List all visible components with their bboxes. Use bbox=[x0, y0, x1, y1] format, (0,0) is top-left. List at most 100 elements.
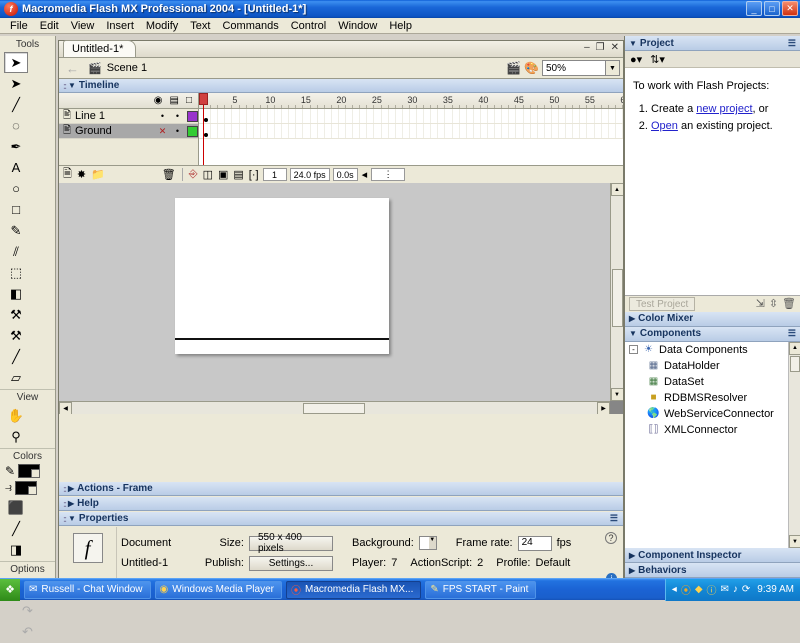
panel-options-icon[interactable]: ☰ bbox=[610, 513, 618, 524]
frame-cell[interactable] bbox=[515, 124, 517, 138]
frame-cell[interactable] bbox=[522, 124, 524, 138]
frame-cell[interactable] bbox=[302, 109, 304, 123]
frame-cell[interactable] bbox=[238, 109, 240, 123]
fill-transform-tool-icon[interactable]: ◧ bbox=[4, 283, 28, 304]
insert-layer-icon[interactable]: 🗎 bbox=[62, 165, 73, 184]
project-panel-header[interactable]: ▼ Project ☰ bbox=[625, 36, 800, 51]
oval-tool-icon[interactable]: ○ bbox=[4, 178, 28, 199]
eraser-tool-icon[interactable]: ▱ bbox=[4, 367, 28, 388]
vscroll-thumb[interactable] bbox=[611, 268, 623, 327]
menu-window[interactable]: Window bbox=[332, 19, 383, 33]
component-label[interactable]: DataSet bbox=[664, 376, 704, 388]
frame-cell[interactable] bbox=[614, 109, 616, 123]
frame-cell[interactable] bbox=[288, 124, 290, 138]
document-tab[interactable]: Untitled-1* bbox=[63, 40, 137, 57]
frame-cell[interactable] bbox=[231, 109, 233, 123]
lock-icon[interactable]: ▤ bbox=[170, 95, 179, 106]
menu-control[interactable]: Control bbox=[285, 19, 332, 33]
frame-cell[interactable] bbox=[217, 124, 219, 138]
layer-name-line1[interactable]: Line 1 bbox=[75, 110, 153, 122]
frame-cell[interactable] bbox=[252, 124, 254, 138]
scroll-down-button[interactable]: ▼ bbox=[610, 388, 623, 401]
frame-cell[interactable] bbox=[408, 124, 410, 138]
collapsed-arrow-icon[interactable]: ▶ bbox=[629, 314, 635, 323]
frame-cell[interactable] bbox=[217, 109, 219, 123]
frame-cell[interactable] bbox=[281, 124, 283, 138]
frame-cell[interactable] bbox=[373, 124, 375, 138]
components-root-label[interactable]: Data Components bbox=[659, 344, 748, 356]
frame-cell[interactable] bbox=[423, 124, 425, 138]
start-button[interactable]: ❖ bbox=[0, 578, 20, 601]
component-label[interactable]: XMLConnector bbox=[664, 424, 737, 436]
frame-cell[interactable] bbox=[210, 124, 212, 138]
frame-cell[interactable] bbox=[565, 109, 567, 123]
collapsed-arrow-icon[interactable]: ▶ bbox=[68, 484, 74, 493]
keyframe-marker[interactable] bbox=[204, 133, 208, 137]
frame-cell[interactable] bbox=[309, 109, 311, 123]
paint-bucket-tool-icon[interactable]: ⚒ bbox=[4, 325, 28, 346]
frame-pane[interactable]: 5 10 15 20 25 30 35 40 45 50 55 60 bbox=[199, 93, 623, 165]
frame-cell[interactable] bbox=[586, 124, 588, 138]
subselect-tool-icon[interactable]: ➤ bbox=[4, 73, 28, 94]
center-frame-icon[interactable]: [·] bbox=[248, 169, 260, 181]
frame-grid[interactable] bbox=[199, 109, 623, 165]
doc-close-button[interactable]: ✕ bbox=[611, 42, 619, 53]
layer-row-line1[interactable]: 🖹 Line 1 • • bbox=[59, 109, 198, 124]
collapsed-arrow-icon[interactable]: ▶ bbox=[629, 551, 635, 560]
ink-bottle-tool-icon[interactable]: ⚒ bbox=[4, 304, 28, 325]
frame-cell[interactable] bbox=[224, 124, 226, 138]
frame-cell[interactable] bbox=[345, 109, 346, 123]
text-tool-icon[interactable]: A bbox=[4, 157, 28, 178]
stroke-color-swatch[interactable] bbox=[18, 464, 41, 478]
add-folder-icon[interactable]: ⇳ bbox=[769, 297, 778, 310]
modify-onion-markers-icon[interactable]: ▤ bbox=[232, 168, 244, 181]
expanded-arrow-icon[interactable]: ▼ bbox=[68, 514, 76, 523]
frame-cell[interactable] bbox=[316, 124, 318, 138]
no-color-icon[interactable]: ╱ bbox=[4, 518, 28, 539]
frame-cell[interactable] bbox=[416, 124, 417, 138]
onion-skin-icon[interactable]: ⎆ bbox=[188, 168, 199, 181]
black-white-colors-icon[interactable]: ⬛ bbox=[4, 497, 28, 518]
frame-cell[interactable] bbox=[529, 109, 531, 123]
frame-cell[interactable] bbox=[323, 109, 325, 123]
frame-cell[interactable] bbox=[479, 109, 481, 123]
stage-canvas[interactable] bbox=[175, 198, 389, 354]
frame-cell[interactable] bbox=[281, 109, 283, 123]
size-button[interactable]: 550 x 400 pixels bbox=[249, 532, 333, 554]
frame-cell[interactable] bbox=[621, 109, 623, 123]
component-item-xmlconnector[interactable]: ⟦⟧ XMLConnector bbox=[625, 422, 800, 438]
frame-cell[interactable] bbox=[359, 109, 361, 123]
component-label[interactable]: DataHolder bbox=[664, 360, 720, 372]
help-panel-header[interactable]: :: ▶ Help bbox=[59, 497, 623, 511]
playhead[interactable] bbox=[199, 93, 208, 165]
frame-cell[interactable] bbox=[387, 109, 389, 123]
swap-colors-icon[interactable]: ◨ bbox=[4, 539, 28, 560]
new-project-link[interactable]: new project bbox=[696, 103, 752, 115]
menu-help[interactable]: Help bbox=[383, 19, 418, 33]
frame-cell[interactable] bbox=[245, 109, 247, 123]
publish-settings-button[interactable]: Settings... bbox=[249, 555, 333, 571]
frame-cell[interactable] bbox=[309, 124, 311, 138]
scroll-up-button[interactable]: ▲ bbox=[610, 183, 623, 196]
frame-cell[interactable] bbox=[600, 109, 602, 123]
frame-cell[interactable] bbox=[401, 109, 403, 123]
frame-cell[interactable] bbox=[366, 109, 368, 123]
open-project-link[interactable]: Open bbox=[651, 120, 678, 132]
frame-cell[interactable] bbox=[345, 124, 346, 138]
frame-cell[interactable] bbox=[231, 124, 233, 138]
outline-icon[interactable]: □ bbox=[186, 95, 192, 106]
frame-cell[interactable] bbox=[444, 109, 446, 123]
frame-cell[interactable] bbox=[586, 109, 588, 123]
layer-visibility-toggle[interactable]: • bbox=[157, 111, 168, 121]
frame-cell[interactable] bbox=[451, 124, 453, 138]
taskbar-item-flash[interactable]: ⦿ Macromedia Flash MX... bbox=[286, 580, 422, 599]
component-item-webserviceconnector[interactable]: 🌎 WebServiceConnector bbox=[625, 406, 800, 422]
edit-multiple-frames-icon[interactable]: ▣ bbox=[217, 168, 229, 181]
frame-cell[interactable] bbox=[465, 109, 467, 123]
frame-cell[interactable] bbox=[621, 124, 623, 138]
zoom-combobox[interactable]: 50% ▼ bbox=[542, 60, 620, 76]
frame-cell[interactable] bbox=[550, 124, 552, 138]
frame-cell[interactable] bbox=[558, 109, 559, 123]
menu-modify[interactable]: Modify bbox=[140, 19, 184, 33]
frame-cell[interactable] bbox=[593, 124, 595, 138]
